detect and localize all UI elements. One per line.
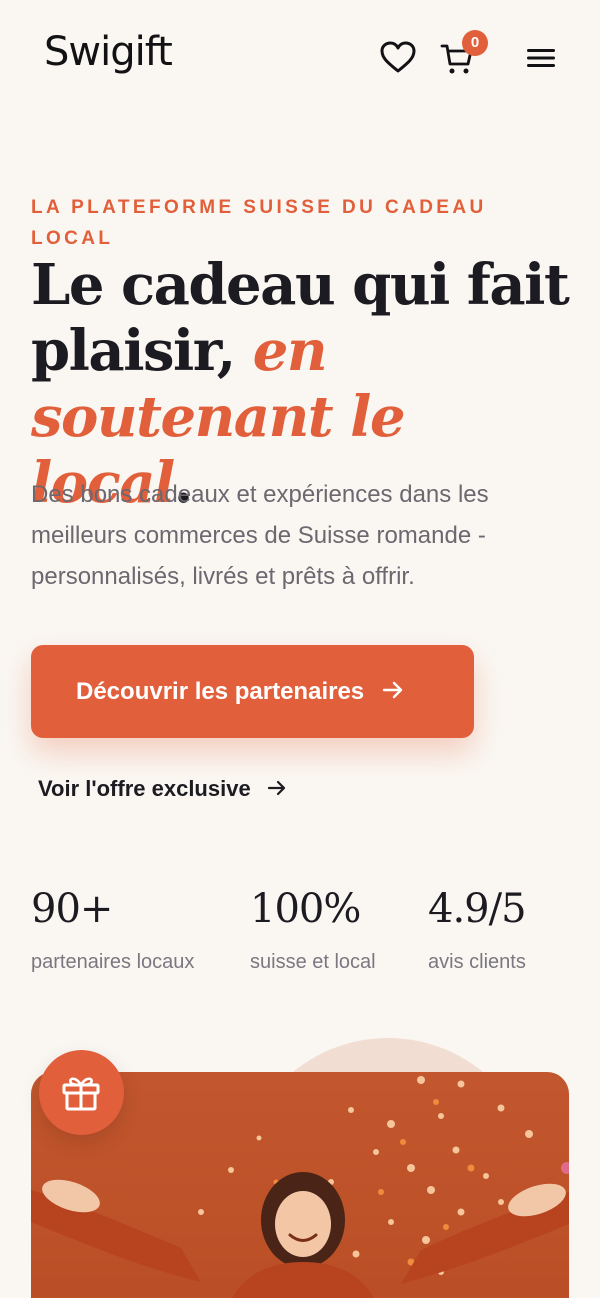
site-header: Swigift 0	[0, 0, 600, 110]
stat-label: avis clients	[428, 951, 526, 973]
arrow-right-icon	[267, 776, 287, 801]
hero-subtitle: Des bons cadeaux et expériences dans les…	[31, 481, 489, 590]
brand-logo[interactable]: Swigift	[44, 28, 173, 76]
stat-label: partenaires locaux	[31, 951, 195, 973]
discover-partners-button[interactable]: Découvrir les partenaires	[31, 645, 474, 738]
exclusive-offer-link[interactable]: Voir l'offre exclusive	[38, 776, 287, 802]
exclusive-offer-label: Voir l'offre exclusive	[38, 776, 251, 801]
stat-swiss-local: 100% suisse et local	[250, 885, 376, 974]
arrow-right-icon	[382, 678, 404, 706]
gift-badge	[39, 1050, 124, 1135]
cta-label: Découvrir les partenaires	[76, 677, 365, 705]
heart-icon[interactable]	[380, 41, 416, 75]
stat-value: 4.9/5	[428, 886, 527, 932]
stat-partners: 90+ partenaires locaux	[31, 885, 194, 974]
stat-reviews: 4.9/5 avis clients	[428, 885, 527, 974]
stat-label: suisse et local	[250, 951, 376, 973]
stat-value: 90+	[31, 886, 113, 932]
hamburger-menu-icon[interactable]	[526, 46, 556, 70]
cart-count-badge: 0	[462, 30, 488, 56]
hero-eyebrow: La plateforme suisse du cadeau local	[31, 197, 487, 249]
stat-value: 100%	[250, 886, 361, 932]
